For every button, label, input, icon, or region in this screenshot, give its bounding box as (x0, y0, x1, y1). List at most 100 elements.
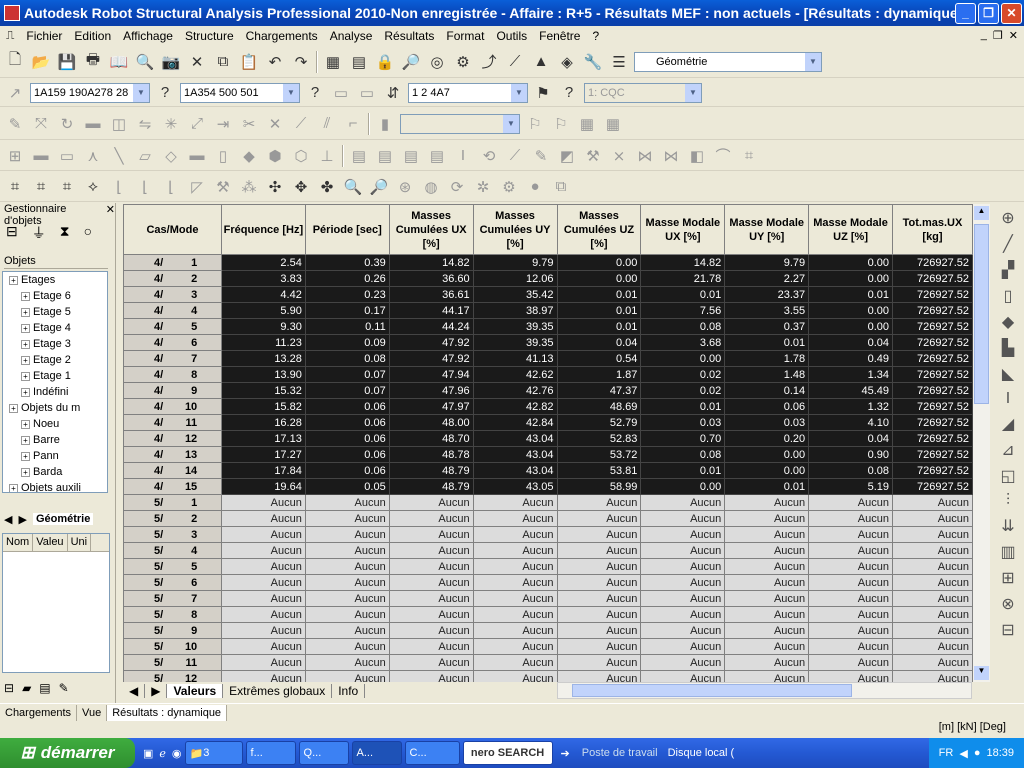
loads-icon[interactable]: ⤴ (478, 51, 500, 73)
table-cell[interactable]: Aucun (472, 542, 558, 559)
pointer-icon[interactable]: ↗ (4, 82, 26, 104)
table-cell[interactable]: Aucun (556, 542, 642, 559)
cluster-icon[interactable]: ⁂ (238, 176, 260, 198)
row-header[interactable]: 5/9 (123, 622, 222, 639)
table-cell[interactable]: 0.39 (304, 254, 390, 271)
tree-view-icon[interactable]: ⊟ (4, 681, 14, 695)
table-cell[interactable]: 38.97 (472, 302, 558, 319)
table-cell[interactable]: 0.01 (724, 478, 810, 495)
tab-prev-icon[interactable]: ◀ (4, 513, 12, 526)
rotate-icon[interactable]: ↻ (56, 113, 78, 135)
table-cell[interactable]: Aucun (220, 622, 306, 639)
table-cell[interactable]: 43.04 (472, 462, 558, 479)
axis-z-icon[interactable]: ⌊ (160, 176, 182, 198)
expand-icon[interactable]: + (9, 275, 18, 285)
frame-tool-icon[interactable]: ⊟ (1001, 620, 1014, 640)
table-cell[interactable]: Aucun (304, 654, 390, 671)
table-cell[interactable]: Aucun (472, 558, 558, 575)
flag-query-icon[interactable]: ⚐ (550, 113, 572, 135)
scroll-down-icon[interactable]: ▼ (974, 666, 989, 680)
table-cell[interactable]: 726927.52 (892, 398, 973, 415)
zoom-icon[interactable]: 🔎 (400, 51, 422, 73)
axis-y-icon[interactable]: ⌊ (134, 176, 156, 198)
divide-icon[interactable]: ⟋ (290, 113, 312, 135)
table-cell[interactable]: Aucun (220, 638, 306, 655)
menu-outils[interactable]: Outils (490, 29, 533, 43)
grid2-icon[interactable]: ▦ (602, 113, 624, 135)
minimize-button[interactable]: _ (955, 2, 976, 24)
column-header[interactable]: Masse Modale UZ [%] (808, 204, 893, 255)
tree-item[interactable]: + Pann (3, 448, 107, 464)
table-red-icon[interactable]: ▤ (39, 681, 50, 695)
table-cell[interactable]: Aucun (304, 494, 390, 511)
intersect-icon[interactable]: ✕ (264, 113, 286, 135)
table-cell[interactable]: 0.07 (304, 382, 390, 399)
task-folders[interactable]: 📁 3 (184, 741, 243, 765)
table-cell[interactable]: Aucun (724, 510, 810, 527)
table-cell[interactable]: 0.02 (640, 382, 726, 399)
rotate-view-icon[interactable]: ✲ (472, 176, 494, 198)
table-row[interactable]: 4/1 2.54 0.39 14.82 9.79 0.00 14.82 9.79 0.00 726… (123, 254, 973, 271)
panel-icon[interactable]: ▭ (330, 82, 352, 104)
tray-arrow-icon[interactable]: ◀ (959, 747, 967, 760)
table-cell[interactable]: Aucun (724, 670, 810, 682)
row-header[interactable]: 4/13 (123, 446, 222, 463)
table-cell[interactable]: Aucun (808, 670, 893, 682)
table-cell[interactable]: 43.05 (472, 478, 558, 495)
table-cell[interactable]: 0.90 (808, 446, 893, 463)
table-cell[interactable]: 5.90 (220, 302, 306, 319)
grid-icon[interactable]: ▦ (576, 113, 598, 135)
table-row[interactable]: 5/12 Aucun Aucun Aucun Aucun Aucun Aucun Aucun A… (123, 670, 973, 682)
table-cell[interactable]: 0.06 (304, 446, 390, 463)
tree-item[interactable]: + Objets auxili (3, 480, 107, 492)
axes-rotate-icon[interactable]: ✥ (290, 176, 312, 198)
table-cell[interactable]: 0.07 (304, 366, 390, 383)
view-xy-icon[interactable]: ⌗ (30, 176, 52, 198)
menu-fenetre[interactable]: Fenêtre (533, 29, 586, 43)
table-cell[interactable]: Aucun (220, 574, 306, 591)
table-cell[interactable]: 39.35 (472, 334, 558, 351)
poste-de-travail-link[interactable]: Poste de travail (582, 747, 658, 759)
expand-icon[interactable]: + (21, 371, 30, 381)
table-cell[interactable]: 726927.52 (892, 318, 973, 335)
table-cell[interactable]: Aucun (892, 526, 973, 543)
mdi-minimize-icon[interactable]: _ (981, 29, 987, 42)
row-header[interactable]: 4/8 (123, 366, 222, 383)
table-cell[interactable]: 53.81 (556, 462, 642, 479)
table-cell[interactable]: 52.79 (556, 414, 642, 431)
combination-icon[interactable]: ? (558, 82, 580, 104)
support-icon[interactable]: ⋏ (82, 145, 104, 167)
row-header[interactable]: 5/12 (123, 670, 222, 682)
table-cell[interactable]: 48.00 (388, 414, 474, 431)
book-red-icon[interactable]: ▰ (22, 681, 31, 695)
table-cell[interactable]: Aucun (388, 590, 474, 607)
table-cell[interactable]: 0.23 (304, 286, 390, 303)
column-header[interactable]: Masse Modale UY [%] (724, 204, 810, 255)
bar-question-icon[interactable]: ? (154, 82, 176, 104)
table-cell[interactable]: Aucun (472, 670, 558, 682)
expand-icon[interactable]: + (21, 419, 30, 429)
expand-icon[interactable]: + (21, 339, 30, 349)
table-cell[interactable]: Aucun (892, 590, 973, 607)
table-cell[interactable]: 3.55 (724, 302, 810, 319)
table-cell[interactable]: Aucun (808, 654, 893, 671)
column-header[interactable]: Masses Cumulées UX [%] (388, 204, 474, 255)
table-cell[interactable]: 0.49 (808, 350, 893, 367)
table-cell[interactable]: Aucun (724, 526, 810, 543)
table-cell[interactable]: 726927.52 (892, 462, 973, 479)
row-header[interactable]: 4/12 (123, 430, 222, 447)
table-cell[interactable]: 17.27 (220, 446, 306, 463)
zoom-dynamic-icon[interactable]: ◍ (420, 176, 442, 198)
table-cell[interactable]: 3.68 (640, 334, 726, 351)
table-cell[interactable]: 0.00 (808, 318, 893, 335)
plate-icon[interactable]: ◆ (238, 145, 260, 167)
table-cell[interactable]: 726927.52 (892, 430, 973, 447)
table-cell[interactable]: 16.28 (220, 414, 306, 431)
table-cell[interactable]: 21.78 (640, 270, 726, 287)
quicklaunch-media-icon[interactable]: ◉ (172, 747, 182, 760)
row-header[interactable]: 5/4 (123, 542, 222, 559)
hourglass-filter-icon[interactable]: ⧗ (60, 223, 70, 243)
table-cell[interactable]: 2.27 (724, 270, 810, 287)
menu-affichage[interactable]: Affichage (117, 29, 179, 43)
table-cell[interactable]: 726927.52 (892, 302, 973, 319)
